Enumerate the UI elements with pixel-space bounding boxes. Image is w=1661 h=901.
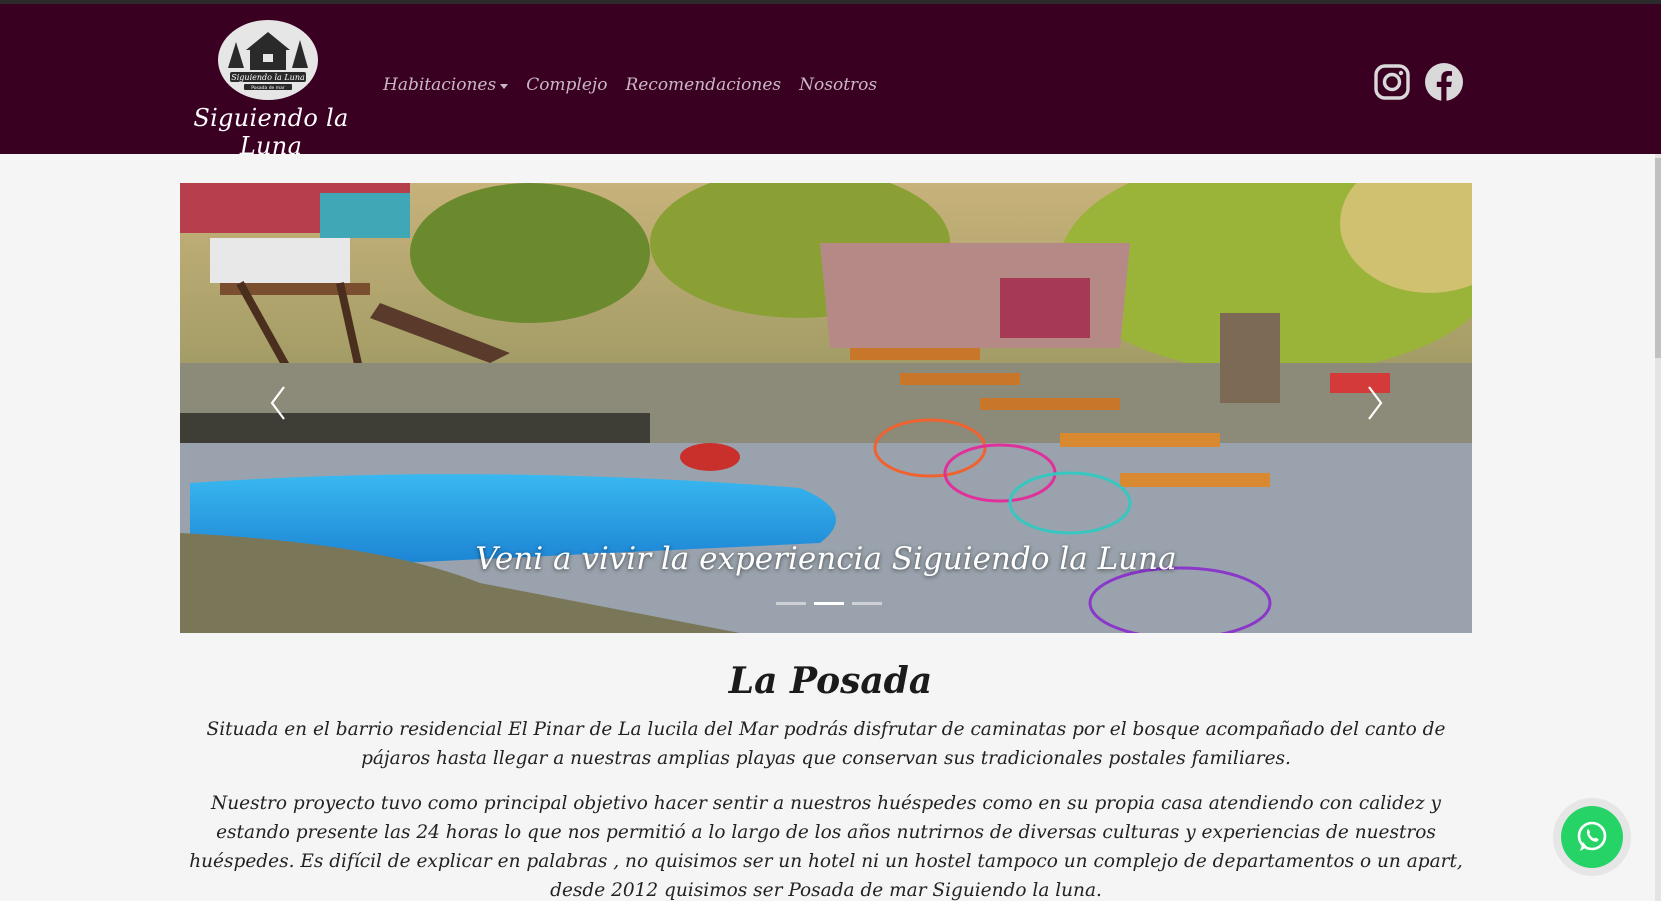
caret-down-icon — [500, 83, 509, 89]
scrollbar-thumb[interactable] — [1655, 158, 1661, 358]
nav-item-complejo[interactable]: Complejo — [526, 70, 607, 100]
instagram-icon[interactable] — [1372, 62, 1412, 102]
hero-carousel: Veni a vivir la experiencia Siguiendo la… — [180, 183, 1472, 633]
logo-text: Siguiendo la Luna — [231, 73, 305, 82]
nav-item-recomendaciones[interactable]: Recomendaciones — [625, 70, 781, 100]
nav-item-habitaciones[interactable]: Habitaciones — [383, 70, 509, 100]
project-paragraph: Nuestro proyecto tuvo como principal obj… — [189, 793, 1463, 901]
whatsapp-icon — [1577, 821, 1607, 851]
navbar: Siguiendo la Luna Posada de mar Siguiend… — [0, 4, 1661, 160]
carousel-indicator-2[interactable] — [814, 602, 844, 605]
carousel-indicator-3[interactable] — [852, 602, 882, 605]
intro-paragraph: Situada en el barrio residencial El Pina… — [206, 719, 1446, 769]
page-scrollbar[interactable] — [1655, 154, 1661, 901]
nav-item-nosotros[interactable]: Nosotros — [799, 70, 877, 100]
nav-item-label: Habitaciones — [383, 75, 497, 95]
logo-subtext: Posada de mar — [251, 85, 285, 91]
carousel-indicator-1[interactable] — [776, 602, 806, 605]
section-title: La Posada — [728, 660, 933, 702]
carousel-indicators — [776, 602, 882, 605]
nav-item-label: Recomendaciones — [625, 75, 782, 95]
chevron-right-icon — [1368, 386, 1383, 420]
chevron-left-icon — [270, 386, 285, 420]
whatsapp-button[interactable] — [1561, 806, 1623, 868]
carousel-prev-button[interactable] — [258, 373, 298, 433]
brand-name: Siguiendo la Luna — [193, 104, 349, 160]
carousel-next-button[interactable] — [1355, 373, 1395, 433]
carousel-caption: Veni a vivir la experiencia Siguiendo la… — [475, 541, 1177, 577]
facebook-icon[interactable] — [1424, 62, 1464, 102]
nav-links: Habitaciones Complejo Recomendaciones No… — [383, 70, 877, 100]
nav-item-label: Complejo — [526, 75, 608, 95]
brand-logo: Siguiendo la Luna Posada de mar — [218, 20, 318, 100]
brand[interactable]: Siguiendo la Luna Posada de mar Siguiend… — [176, 16, 366, 160]
nav-item-label: Nosotros — [799, 75, 878, 95]
